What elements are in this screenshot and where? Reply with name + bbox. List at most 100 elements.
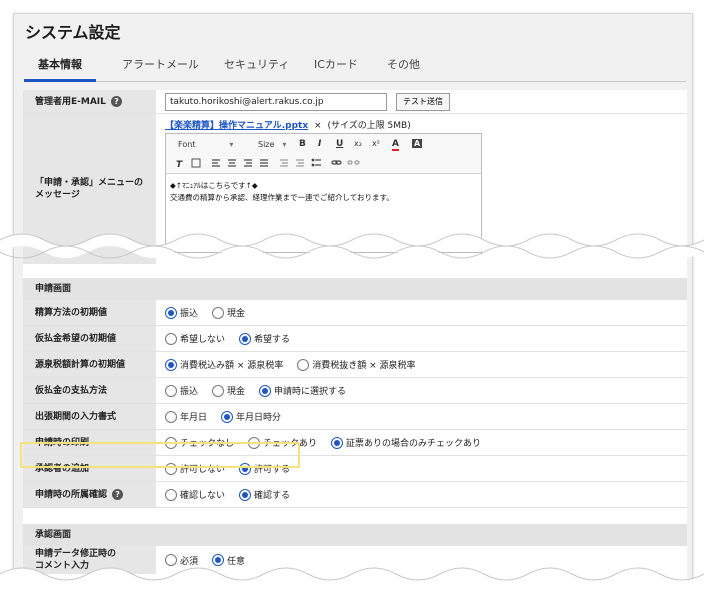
font-dropdown[interactable]: Font ▾ bbox=[178, 140, 233, 149]
tab-security[interactable]: セキュリティ bbox=[224, 55, 289, 82]
tab-other[interactable]: その他 bbox=[387, 55, 420, 82]
radio-advance-cash[interactable]: 現金 bbox=[212, 384, 245, 397]
apply-row-1-label: 精算方法の初期値 bbox=[23, 300, 156, 325]
bg-color-button[interactable]: A bbox=[412, 139, 423, 148]
tab-ic-card[interactable]: ICカード bbox=[314, 55, 358, 82]
align-left-icon bbox=[212, 159, 220, 167]
apply-row-2: 仮払金希望の初期値 希望しない 希望する bbox=[23, 326, 687, 352]
radio-indicator bbox=[165, 384, 177, 397]
email-field[interactable] bbox=[165, 92, 387, 111]
align-right-icon bbox=[244, 159, 252, 167]
approve-label-line1: 申請データ修正時の bbox=[35, 549, 117, 559]
section-approve-header: 承認画面 bbox=[23, 524, 687, 546]
editor-content[interactable]: ◆↑ﾏﾆｭｱﾙはこちらです↑◆ 交通費の精算から承認、経理作業まで一連でご紹介し… bbox=[170, 180, 394, 204]
radio-indicator bbox=[165, 358, 177, 371]
apply-row-5: 出張期間の入力書式 年月日 年月日時分 bbox=[23, 404, 687, 430]
radio-tax-excluded[interactable]: 消費税抜き額 × 源泉税率 bbox=[297, 358, 416, 371]
highlight-frame bbox=[20, 442, 300, 468]
email-row: 管理者用E-MAIL ? テスト送信 bbox=[23, 90, 687, 114]
editor-line-1: ◆↑ﾏﾆｭｱﾙはこちらです↑◆ bbox=[170, 181, 258, 190]
radio-datetime[interactable]: 年月日時分 bbox=[221, 410, 281, 423]
superscript-button[interactable]: x² bbox=[372, 139, 380, 148]
size-dropdown[interactable]: Size ▾ bbox=[258, 140, 286, 149]
settings-form: 管理者用E-MAIL ? テスト送信 「申請・承認」メニューの メッセージ 【楽… bbox=[23, 90, 687, 602]
email-label-cell: 管理者用E-MAIL ? bbox=[23, 90, 156, 113]
apply-row-4: 仮払金の支払方法 振込 現金 申請時に選択する bbox=[23, 378, 687, 404]
apply-row-2-options: 希望しない 希望する bbox=[165, 326, 304, 351]
apply-row-8-options: 確認しない 確認する bbox=[165, 482, 304, 507]
apply-row-2-label: 仮払金希望の初期値 bbox=[23, 326, 156, 351]
test-send-button[interactable]: テスト送信 bbox=[396, 92, 450, 111]
attachment-link[interactable]: 【楽楽精算】操作マニュアル.pptx bbox=[165, 121, 308, 131]
radio-indicator bbox=[331, 436, 344, 449]
radio-indicator bbox=[212, 384, 225, 397]
text-color-button[interactable]: A bbox=[392, 139, 399, 151]
apply-row-3-options: 消費税込み額 × 源泉税率 消費税抜き額 × 源泉税率 bbox=[165, 352, 430, 377]
apply-row-1-options: 振込 現金 bbox=[165, 300, 259, 325]
email-value-cell: テスト送信 bbox=[165, 90, 450, 113]
page-bottom-wave bbox=[0, 567, 704, 602]
paste-icon bbox=[191, 158, 201, 168]
italic-button[interactable]: I bbox=[318, 139, 321, 149]
radio-tax-included[interactable]: 消費税込み額 × 源泉税率 bbox=[165, 358, 283, 371]
attachment-remove-button[interactable]: × bbox=[314, 121, 322, 131]
align-center-icon bbox=[228, 159, 236, 167]
radio-check-with-voucher[interactable]: 証票ありの場合のみチェックあり bbox=[331, 436, 481, 449]
bold-button[interactable]: B bbox=[299, 139, 306, 149]
apply-row-8: 申請時の所属確認 ? 確認しない 確認する bbox=[23, 482, 687, 508]
apply-row-5-options: 年月日 年月日時分 bbox=[165, 404, 295, 429]
radio-advance-transfer[interactable]: 振込 bbox=[165, 384, 198, 397]
indent-decrease-icon bbox=[280, 159, 288, 167]
radio-indicator bbox=[165, 410, 177, 423]
radio-indicator bbox=[221, 410, 234, 423]
toolbar-row2-icons[interactable]: T bbox=[176, 156, 476, 170]
radio-no-confirm[interactable]: 確認しない bbox=[165, 488, 225, 501]
editor-toolbar: Font ▾ Size ▾ B I U x₂ x² A A T bbox=[166, 134, 481, 174]
radio-want-advance[interactable]: 希望する bbox=[239, 332, 290, 345]
attachment-size-note: (サイズの上限 5MB) bbox=[327, 121, 411, 131]
editor-line-2: 交通費の精算から承認、経理作業まで一連でご紹介しております。 bbox=[170, 193, 394, 202]
radio-indicator bbox=[259, 384, 272, 397]
radio-confirm[interactable]: 確認する bbox=[239, 488, 290, 501]
apply-row-1: 精算方法の初期値 振込 現金 bbox=[23, 300, 687, 326]
apply-row-4-options: 振込 現金 申請時に選択する bbox=[165, 378, 360, 403]
page-title: システム設定 bbox=[25, 23, 121, 42]
settings-panel: システム設定 基本情報 アラートメール セキュリティ ICカード その他 管理者… bbox=[13, 13, 693, 602]
apply-row-4-label: 仮払金の支払方法 bbox=[23, 378, 156, 403]
apply-row-3: 源泉税額計算の初期値 消費税込み額 × 源泉税率 消費税抜き額 × 源泉税率 bbox=[23, 352, 687, 378]
unlink-icon bbox=[347, 160, 360, 165]
remove-format-icon: T bbox=[176, 160, 183, 170]
apply-row-8-label: 申請時の所属確認 bbox=[35, 489, 108, 500]
radio-indicator bbox=[212, 306, 225, 319]
radio-indicator bbox=[239, 332, 252, 345]
radio-indicator bbox=[165, 488, 177, 501]
radio-date[interactable]: 年月日 bbox=[165, 410, 207, 423]
help-icon[interactable]: ? bbox=[112, 489, 124, 500]
tab-bar: 基本情報 アラートメール セキュリティ ICカード その他 bbox=[24, 50, 686, 82]
indent-increase-icon bbox=[296, 159, 304, 167]
radio-indicator bbox=[165, 332, 177, 345]
apply-row-8-label-cell: 申請時の所属確認 ? bbox=[23, 482, 156, 507]
message-label-line2: メッセージ bbox=[35, 190, 80, 200]
section-apply-header: 申請画面 bbox=[23, 278, 687, 300]
link-icon bbox=[331, 160, 342, 165]
apply-row-3-label: 源泉税額計算の初期値 bbox=[23, 352, 156, 377]
page-break-wave bbox=[0, 233, 704, 259]
radio-transfer[interactable]: 振込 bbox=[165, 306, 198, 319]
radio-indicator bbox=[165, 306, 177, 319]
tab-alert-mail[interactable]: アラートメール bbox=[122, 55, 199, 82]
radio-no-advance[interactable]: 希望しない bbox=[165, 332, 225, 345]
radio-indicator bbox=[239, 488, 252, 501]
tab-basic-info[interactable]: 基本情報 bbox=[24, 55, 96, 82]
bullet-list-icon bbox=[311, 158, 321, 167]
email-label: 管理者用E-MAIL bbox=[35, 96, 106, 107]
apply-row-5-label: 出張期間の入力書式 bbox=[23, 404, 156, 429]
radio-indicator bbox=[297, 358, 310, 371]
help-icon[interactable]: ? bbox=[110, 96, 122, 107]
subscript-button[interactable]: x₂ bbox=[354, 139, 362, 148]
attachment-line: 【楽楽精算】操作マニュアル.pptx × (サイズの上限 5MB) bbox=[165, 118, 411, 131]
radio-cash[interactable]: 現金 bbox=[212, 306, 245, 319]
align-justify-icon bbox=[260, 159, 268, 167]
radio-advance-select[interactable]: 申請時に選択する bbox=[259, 384, 346, 397]
underline-button[interactable]: U bbox=[336, 139, 343, 149]
